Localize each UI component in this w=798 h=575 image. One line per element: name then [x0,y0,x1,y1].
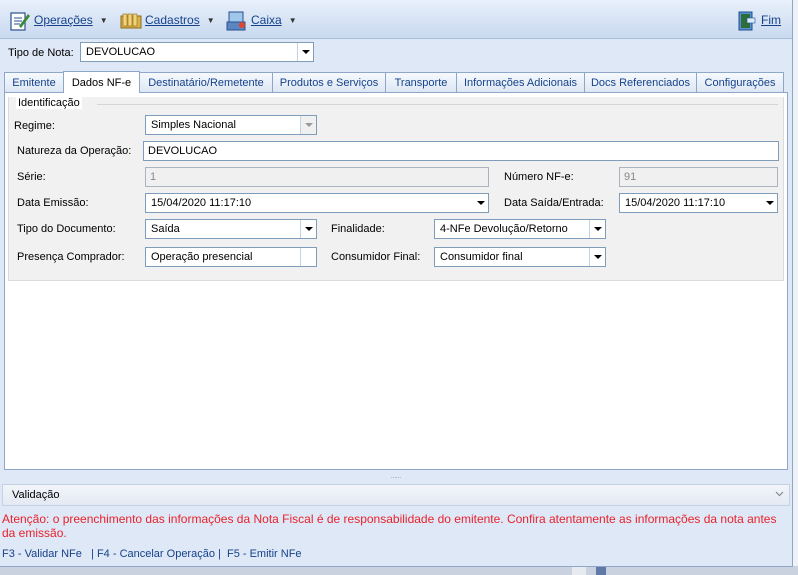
data-saida-picker[interactable]: 15/04/2020 11:17:10 [619,193,778,213]
window-edge [793,0,798,575]
chevron-down-icon[interactable] [300,220,316,238]
taskbar-strip [0,566,798,575]
scroll-thumb [596,566,606,575]
tipo-documento-value: Saída [151,223,180,235]
warning-message: Atenção: o preenchimento das informações… [2,512,777,540]
menu-fim[interactable]: Fim [736,9,781,31]
presenca-comprador-select[interactable]: Operação presencial [145,247,317,267]
tab-transporte[interactable]: Transporte [385,72,457,92]
cash-register-icon [226,10,246,31]
menu-cadastros-label: Cadastros [145,13,200,27]
tab-produtos[interactable]: Produtos e Serviços [272,72,386,92]
numero-nfe-label: Número NF-e: [504,171,574,183]
panel-splitter[interactable]: ...... [0,474,792,482]
chevron-down-icon[interactable] [300,116,316,134]
tab-label: Docs Referenciados [590,76,691,89]
data-emissao-picker[interactable]: 15/04/2020 11:17:10 [145,193,489,213]
finalidade-label: Finalidade: [331,223,385,235]
regime-select[interactable]: Simples Nacional [145,115,317,135]
chevron-down-icon[interactable] [297,43,313,61]
finalidade-value: 4-NFe Devolução/Retorno [440,223,568,235]
chevron-down-icon: ▼ [288,15,297,25]
data-saida-label: Data Saída/Entrada: [504,197,604,209]
chevron-down-icon: ▼ [99,15,108,25]
tab-label: Configurações [704,76,776,89]
chevron-down-icon[interactable] [589,248,605,266]
data-saida-value: 15/04/2020 11:17:10 [625,197,726,209]
tab-emitente[interactable]: Emitente [4,72,64,92]
chevron-down-icon[interactable] [589,220,605,238]
dropdown-button[interactable] [300,248,316,266]
identificacao-title: Identificação [16,97,82,109]
exit-door-icon [736,10,756,31]
menu-fim-label: Fim [761,13,781,27]
shortcut-hints: F3 - Validar NFe | F4 - Cancelar Operaçã… [2,548,302,560]
consumidor-final-select[interactable]: Consumidor final [434,247,606,267]
tab-label: Emitente [12,76,56,89]
validacao-label: Validação [12,489,60,501]
presenca-comprador-label: Presença Comprador: [17,251,125,263]
tab-destinatario[interactable]: Destinatário/Remetente [139,72,273,92]
serie-label: Série: [17,171,46,183]
serie-value: 1 [150,171,157,183]
nfe-window: Operações ▼ Cadastros ▼ Caixa ▼ Fim Tipo… [0,0,793,567]
tab-label: Destinatário/Remetente [148,76,264,89]
finalidade-select[interactable]: 4-NFe Devolução/Retorno [434,219,606,239]
tab-label: Dados NF-e [71,76,132,89]
tab-informacoes-adicionais[interactable]: Informações Adicionais [456,72,585,92]
tipo-documento-label: Tipo do Documento: [17,223,116,235]
tipo-nota-select[interactable]: DEVOLUCAO [80,42,314,62]
validacao-bar[interactable]: Validação [2,484,790,506]
menu-caixa-label: Caixa [251,13,282,27]
document-edit-icon [9,10,30,31]
natureza-label: Natureza da Operação: [17,145,132,157]
menu-operacoes[interactable]: Operações ▼ [9,9,108,31]
consumidor-final-value: Consumidor final [440,251,523,263]
menu-caixa[interactable]: Caixa ▼ [226,9,297,31]
numero-nfe-value: 91 [624,171,637,183]
expand-chevron-icon[interactable] [775,489,784,497]
data-emissao-label: Data Emissão: [17,197,89,209]
tipo-nota-value: DEVOLUCAO [86,46,156,58]
tab-label: Informações Adicionais [463,76,578,89]
regime-value: Simples Nacional [151,119,236,131]
scroll-mark [572,566,586,575]
chevron-down-icon[interactable] [473,194,488,212]
menu-bar: Operações ▼ Cadastros ▼ Caixa ▼ Fim [0,0,792,39]
regime-label: Regime: [14,120,55,132]
numero-nfe-input[interactable]: 91 [619,167,778,187]
tab-configuracoes[interactable]: Configurações [696,72,784,92]
chevron-down-icon: ▼ [206,15,215,25]
menu-cadastros[interactable]: Cadastros ▼ [120,9,215,31]
tab-label: Produtos e Serviços [279,76,379,89]
tab-label: Transporte [394,76,448,89]
natureza-input[interactable]: DEVOLUCAO [143,141,779,161]
tipo-documento-select[interactable]: Saída [145,219,317,239]
serie-input[interactable]: 1 [145,167,489,187]
tab-docs-referenciados[interactable]: Docs Referenciados [584,72,697,92]
natureza-value: DEVOLUCAO [148,145,218,157]
presenca-comprador-value: Operação presencial [151,251,253,263]
data-emissao-value: 15/04/2020 11:17:10 [151,197,252,209]
tipo-nota-label: Tipo de Nota: [8,47,74,59]
tab-panel-dados-nfe: Identificação Regime: Simples Nacional N… [4,92,788,470]
folders-icon [120,10,142,30]
tipo-nota-row: Tipo de Nota: [8,42,80,64]
consumidor-final-label: Consumidor Final: [331,251,421,263]
menu-operacoes-label: Operações [34,13,93,27]
chevron-down-icon[interactable] [762,194,777,212]
identificacao-group: Identificação Regime: Simples Nacional N… [8,97,784,281]
status-bar: F3 - Validar NFe | F4 - Cancelar Operaçã… [0,544,792,564]
tab-dados-nfe[interactable]: Dados NF-e [63,71,140,93]
group-divider [97,104,778,105]
